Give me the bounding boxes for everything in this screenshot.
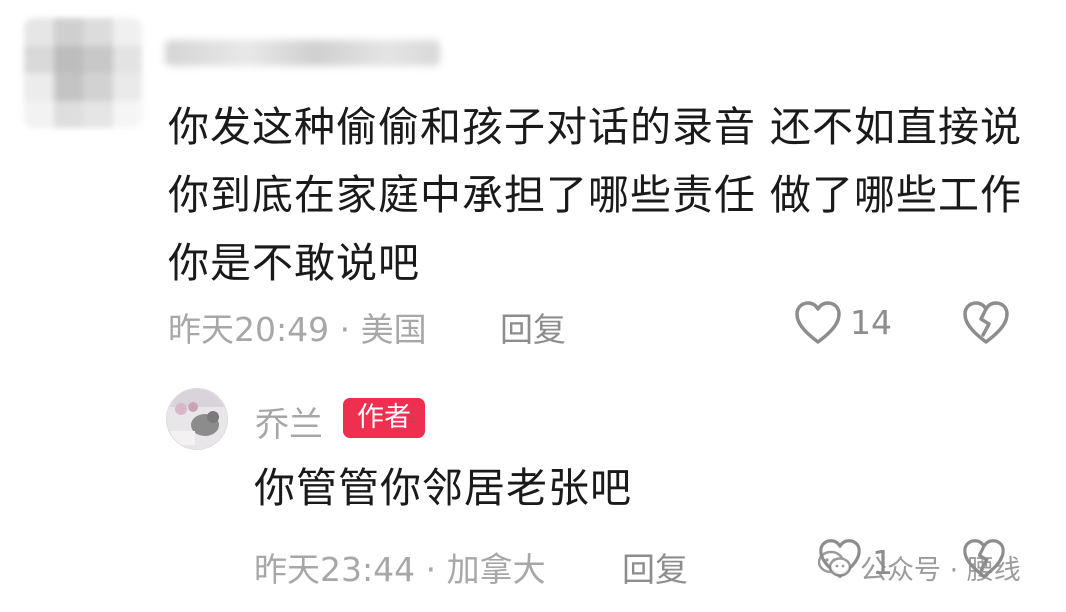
- reply-reply-button[interactable]: 回复: [622, 543, 688, 591]
- commenter-name-blurred[interactable]: [165, 40, 440, 66]
- broken-heart-icon[interactable]: [962, 300, 1010, 346]
- reply-text: 你管管你邻居老张吧: [254, 464, 632, 512]
- author-avatar[interactable]: [166, 388, 228, 450]
- comment-reply-button[interactable]: 回复: [500, 303, 566, 351]
- comment-text: 你发这种偷偷和孩子对话的录音 还不如直接说 你到底在家庭中承担了哪些责任 做了哪…: [168, 103, 1023, 287]
- author-name[interactable]: 乔兰: [255, 397, 323, 446]
- reply-time-location: 昨天23:44 · 加拿大: [254, 550, 546, 589]
- watermark: 公众号 · 腰线: [817, 548, 1021, 587]
- comment-like-count: 14: [850, 303, 892, 342]
- comment-time-location: 昨天20:49 · 美国: [168, 310, 427, 349]
- author-badge: 作者: [343, 398, 425, 438]
- commenter-avatar-blurred[interactable]: [24, 18, 142, 128]
- wechat-icon: [817, 550, 852, 585]
- watermark-label: 公众号 · 腰线: [860, 555, 1021, 586]
- heart-outline-icon[interactable]: [794, 300, 842, 346]
